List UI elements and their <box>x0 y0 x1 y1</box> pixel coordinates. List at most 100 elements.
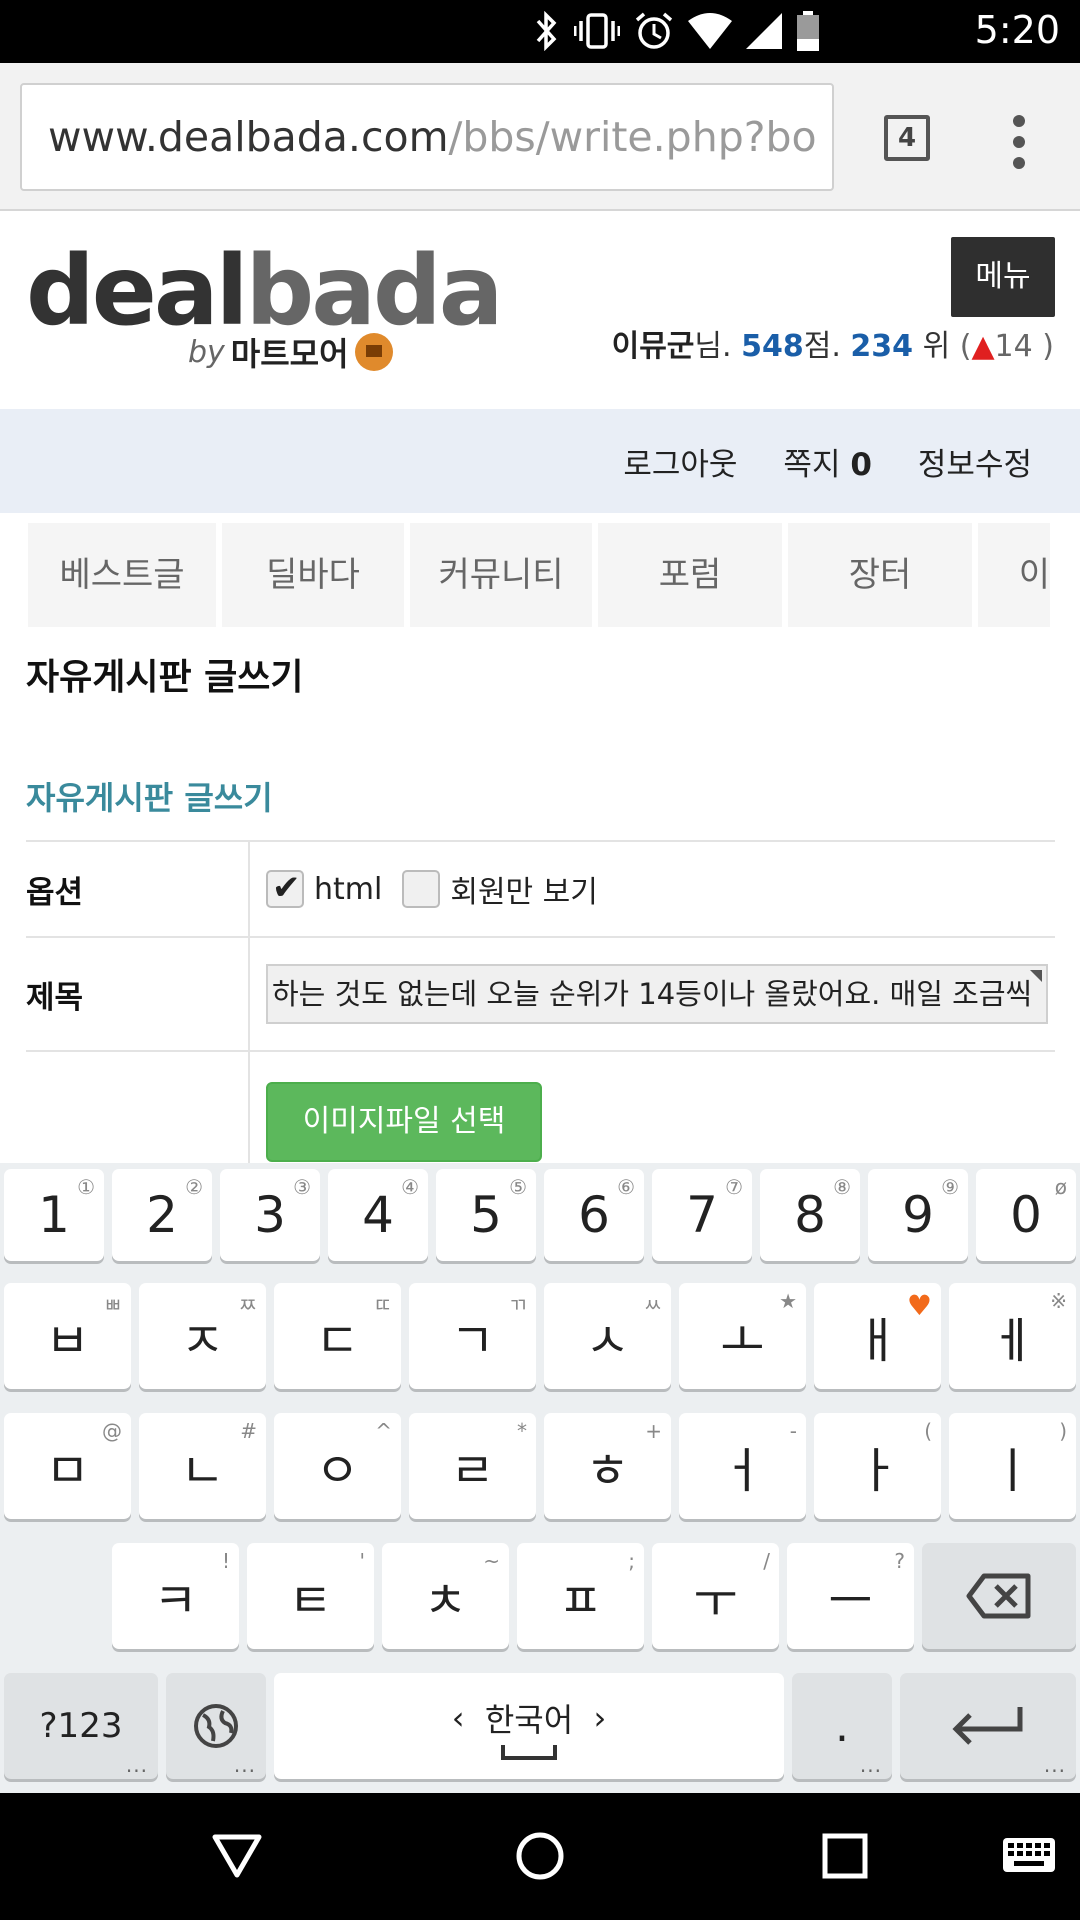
space-key[interactable]: ‹ 한국어 › <box>274 1673 784 1779</box>
members-only-checkbox[interactable] <box>402 870 441 908</box>
points-suffix: 점. <box>803 329 841 364</box>
key-ieung[interactable]: ㅇ ^ <box>274 1413 401 1519</box>
key-digeut[interactable]: ㄷㄸ <box>274 1283 401 1389</box>
tab-switcher-button[interactable]: 4 <box>884 115 930 161</box>
site-header: dealbada by 마트모어 메뉴 이뮤군님. 548점. 234 위 (▲… <box>0 211 1080 409</box>
url-path: /bbs/write.php?bo <box>448 113 817 161</box>
back-icon[interactable] <box>212 1833 262 1879</box>
nav-tab-community[interactable]: 커뮤니티 <box>410 523 592 627</box>
url-host: www.dealbada.com <box>48 113 449 161</box>
key-mieum[interactable]: ㅁ @ <box>4 1413 131 1519</box>
globe-icon <box>194 1704 238 1748</box>
subject-row: 제목 하는 것도 없는데 오늘 순위가 14등이나 올랐어요. 매일 조금씩 <box>26 936 1055 1050</box>
key-3[interactable]: 3③ <box>220 1169 320 1261</box>
key-a[interactable]: ㅏ( <box>814 1413 941 1519</box>
backspace-key[interactable] <box>922 1543 1076 1649</box>
logout-link[interactable]: 로그아웃 <box>623 439 737 484</box>
enter-icon <box>952 1707 1023 1745</box>
signal-icon <box>746 13 782 49</box>
memo-label: 쪽지 <box>783 446 841 483</box>
nav-tab-more[interactable]: 이 <box>978 523 1050 627</box>
status-bar: 5:20 <box>0 0 1080 63</box>
nav-tab-best[interactable]: 베스트글 <box>28 523 216 627</box>
option-label: 옵션 <box>26 842 250 936</box>
upload-label <box>26 1052 250 1170</box>
key-nieun[interactable]: ㄴ # <box>139 1413 266 1519</box>
key-2[interactable]: 2② <box>112 1169 212 1261</box>
logo-brand: 마트모어 <box>230 335 349 373</box>
key-siot[interactable]: ㅅㅆ <box>544 1283 671 1389</box>
page-title: 자유게시판 글쓰기 <box>26 657 304 698</box>
recents-icon[interactable] <box>822 1833 868 1879</box>
key-pieup[interactable]: ㅍ; <box>517 1543 644 1649</box>
rank-suffix: 위 <box>922 329 951 364</box>
key-9[interactable]: 9⑨ <box>868 1169 968 1261</box>
overflow-menu-icon[interactable] <box>1004 115 1034 169</box>
user-points: 548 <box>741 329 804 364</box>
resize-handle-icon <box>1030 970 1042 982</box>
user-rank: 234 <box>850 329 914 364</box>
user-status: 이뮤군님. 548점. 234 위 (▲14 ) <box>612 321 1054 365</box>
key-giyeok[interactable]: ㄱㄲ <box>409 1283 536 1389</box>
period-key[interactable]: .... <box>792 1673 892 1779</box>
logo-subtitle: by 마트모어 <box>188 329 393 375</box>
html-checkbox-label[interactable]: html <box>314 872 382 907</box>
memo-count: 0 <box>850 446 872 483</box>
key-kieuk[interactable]: ㅋ! <box>112 1543 239 1649</box>
status-icons <box>532 10 820 52</box>
key-ae[interactable]: ㅐ ♥ <box>814 1283 941 1389</box>
language-key[interactable]: ... <box>166 1673 266 1779</box>
key-o-vowel[interactable]: ㅗ ★ <box>679 1283 806 1389</box>
image-file-select-button[interactable]: 이미지파일 선택 <box>266 1082 542 1162</box>
backspace-icon <box>966 1573 1031 1619</box>
members-only-label[interactable]: 회원만 보기 <box>450 867 598 911</box>
key-hieut[interactable]: ㅎ + <box>544 1413 671 1519</box>
nav-tab-forum[interactable]: 포럼 <box>598 523 782 627</box>
key-8[interactable]: 8⑧ <box>760 1169 860 1261</box>
edit-info-link[interactable]: 정보수정 <box>918 439 1032 484</box>
memo-link[interactable]: 쪽지 0 <box>783 439 871 484</box>
key-bieup[interactable]: ㅂㅃ <box>4 1283 131 1389</box>
brand-badge-icon <box>354 333 393 371</box>
symbols-key[interactable]: ?123... <box>4 1673 158 1779</box>
system-nav-bar <box>0 1793 1080 1920</box>
key-i[interactable]: ㅣ) <box>949 1413 1076 1519</box>
enter-key[interactable]: ... <box>900 1673 1076 1779</box>
paren-open: ( <box>959 329 972 364</box>
clock: 5:20 <box>974 8 1060 52</box>
key-u[interactable]: ㅜ / <box>652 1543 779 1649</box>
nav-tab-market[interactable]: 장터 <box>788 523 972 627</box>
key-1[interactable]: 1① <box>4 1169 104 1261</box>
site-logo[interactable]: dealbada <box>26 243 504 339</box>
url-field[interactable]: www.dealbada.com/bbs/write.php?bo <box>20 83 834 191</box>
key-chieut[interactable]: ㅊ ~ <box>382 1543 509 1649</box>
key-6[interactable]: 6⑥ <box>544 1169 644 1261</box>
key-rieul[interactable]: ㄹ * <box>409 1413 536 1519</box>
html-checkbox[interactable] <box>266 868 304 908</box>
paren-close: ) <box>1042 329 1054 364</box>
vibrate-icon <box>574 13 620 49</box>
member-bar: 로그아웃 쪽지 0 정보수정 <box>0 409 1080 513</box>
key-7[interactable]: 7⑦ <box>652 1169 752 1261</box>
key-tieut[interactable]: ㅌ ' <box>247 1543 374 1649</box>
subject-input[interactable]: 하는 것도 없는데 오늘 순위가 14등이나 올랐어요. 매일 조금씩 <box>266 964 1048 1024</box>
user-suffix: 님. <box>694 329 732 364</box>
browser-toolbar: www.dealbada.com/bbs/write.php?bo 4 <box>0 63 1080 211</box>
key-0[interactable]: 0ø <box>976 1169 1076 1261</box>
menu-button[interactable]: 메뉴 <box>951 237 1055 317</box>
wifi-icon <box>688 13 732 49</box>
logo-by: by <box>188 334 225 370</box>
key-e[interactable]: ㅔ ※ <box>949 1283 1076 1389</box>
user-name[interactable]: 이뮤군 <box>612 329 695 364</box>
key-eu[interactable]: ㅡ? <box>787 1543 914 1649</box>
key-jieut[interactable]: ㅈㅉ <box>139 1283 266 1389</box>
nav-tab-dealbada[interactable]: 딜바다 <box>222 523 404 627</box>
heart-icon: ♥ <box>906 1289 932 1322</box>
key-4[interactable]: 4④ <box>328 1169 428 1261</box>
key-5[interactable]: 5⑤ <box>436 1169 536 1261</box>
keyboard-switch-icon[interactable] <box>1002 1837 1056 1873</box>
key-eo[interactable]: ㅓ- <box>679 1413 806 1519</box>
home-icon[interactable] <box>515 1831 565 1881</box>
soft-keyboard: 1① 2② 3③ 4④ 5⑤ 6⑥ 7⑦ 8⑧ 9⑨ 0ø ㅂㅃ ㅈㅉ ㄷㄸ ㄱ… <box>0 1163 1080 1793</box>
battery-icon <box>797 11 819 51</box>
